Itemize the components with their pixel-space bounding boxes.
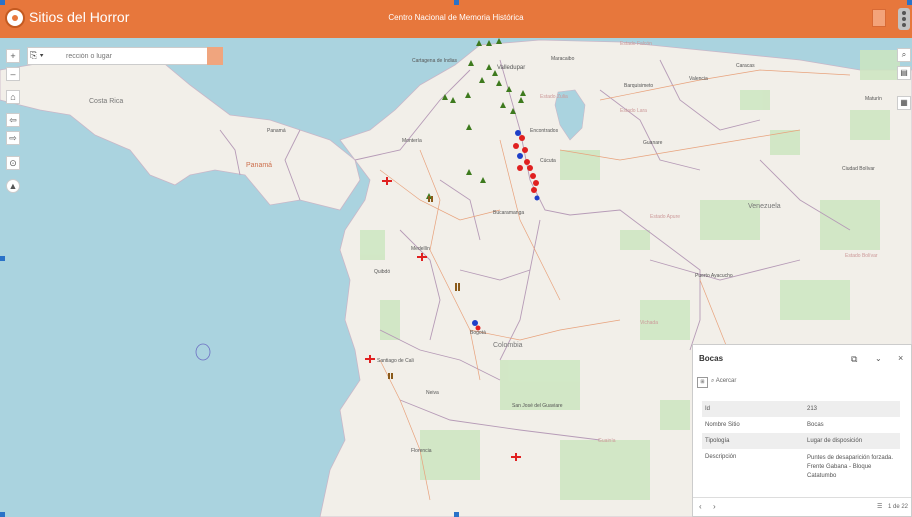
zoom-out-button[interactable]: – (6, 67, 20, 81)
search-button[interactable] (207, 47, 223, 65)
search-icon[interactable]: ⌕ (897, 48, 911, 62)
red-blue-cluster-markers (472, 130, 540, 331)
collapse-icon[interactable]: ⌄ (875, 354, 882, 363)
zoom-to-button[interactable]: ⌕ Acercar (711, 378, 736, 385)
brown-markers (388, 196, 460, 379)
previous-feature-icon[interactable]: ‹ (699, 502, 702, 511)
selection-handle (454, 512, 459, 517)
attr-value: Lugar de disposición (804, 433, 900, 449)
search-input[interactable] (66, 49, 206, 63)
search-widget: ⎘ ▾ (27, 47, 223, 65)
attr-value: 213 (804, 401, 900, 417)
table-row: Descripción Puntes de desaparición forza… (702, 449, 900, 486)
next-feature-icon[interactable]: › (713, 502, 716, 511)
attr-value: Puntes de desaparición forzada. Frente G… (807, 455, 894, 479)
feature-list-icon[interactable]: ☰ (877, 503, 882, 510)
source-dropdown-icon[interactable]: ⎘ ▾ (30, 50, 43, 61)
pagination-label: 1 de 22 (888, 504, 909, 510)
layers-icon[interactable]: ▤ (897, 66, 911, 80)
home-icon[interactable]: ⌂ (6, 90, 20, 104)
attr-label: Tipología (702, 433, 804, 449)
green-triangle-markers (426, 38, 526, 199)
previous-extent-icon[interactable]: ⇦ (6, 113, 20, 127)
basemap-icon[interactable]: ▦ (897, 96, 911, 110)
organization-title: Centro Nacional de Memoria Histórica (388, 13, 524, 22)
zoom-to-label: Acercar (715, 378, 737, 384)
close-icon[interactable]: × (898, 353, 903, 363)
next-extent-icon[interactable]: ⇨ (6, 131, 20, 145)
selection-handle (907, 0, 912, 5)
menu-icon[interactable] (898, 8, 910, 30)
table-row: Tipología Lugar de disposición (702, 433, 900, 449)
header-action-button[interactable] (872, 9, 886, 27)
feature-menu-icon[interactable]: ⊞ (697, 377, 708, 388)
popup-title: Bocas (699, 354, 724, 363)
attr-label: Nombre Sitio (705, 422, 740, 428)
popup-footer: ‹ › ☰ 1 de 22 (693, 497, 911, 516)
selection-handle (0, 0, 5, 5)
dock-icon[interactable]: ⧉ (851, 354, 857, 365)
attr-label: Id (702, 401, 804, 417)
attr-value: Bocas (807, 422, 824, 428)
app-header: Sitios del Horror Centro Nacional de Mem… (0, 0, 912, 38)
selection-handle (0, 256, 5, 261)
selection-handle (0, 512, 5, 517)
zoom-in-button[interactable]: + (6, 49, 20, 63)
compass-icon[interactable]: ▲ (6, 179, 20, 193)
table-row: Nombre Sitio Bocas (702, 417, 900, 433)
feature-popup: Bocas ⧉ ⌄ × ⊞ ⌕ Acercar Id 213 Nombre Si… (692, 344, 912, 517)
zoom-icon: ⌕ (711, 378, 715, 384)
red-cross-markers (365, 177, 521, 461)
locate-icon[interactable]: ⊙ (6, 156, 20, 170)
attribute-table: Id 213 Nombre Sitio Bocas Tipología Luga… (702, 401, 900, 486)
selection-handle (454, 0, 459, 5)
table-row: Id 213 (702, 401, 900, 417)
attr-label: Descripción (705, 454, 737, 460)
